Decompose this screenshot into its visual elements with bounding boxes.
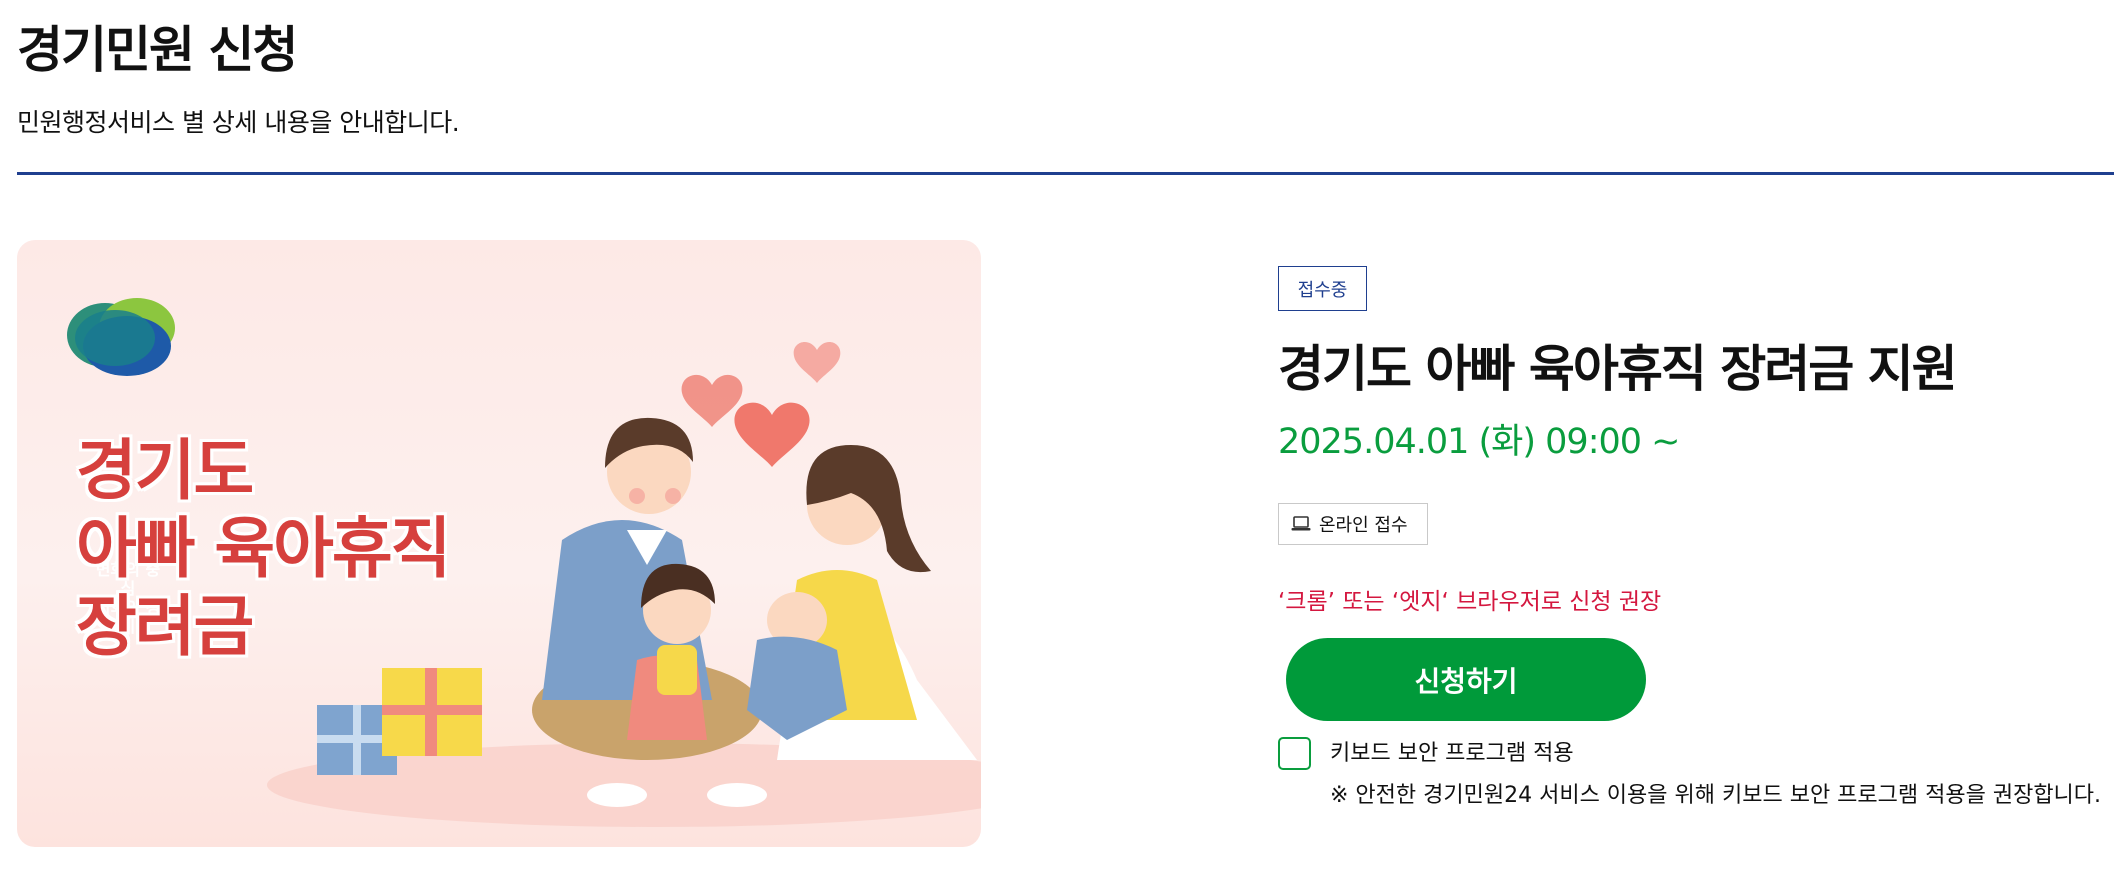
status-badge: 접수중 xyxy=(1278,266,1367,311)
laptop-icon xyxy=(1291,516,1311,531)
page-title: 경기민원 신청 xyxy=(17,21,298,79)
title-divider xyxy=(17,172,2114,175)
banner-headline-line-3: 장려금 xyxy=(76,588,254,665)
page-description: 민원행정서비스 별 상세 내용을 안내합니다. xyxy=(17,108,460,137)
service-period: 2025.04.01 (화) 09:00 ~ xyxy=(1278,422,1680,462)
keyboard-security-checkbox[interactable] xyxy=(1278,737,1311,770)
apply-button[interactable]: 신청하기 xyxy=(1286,638,1646,721)
banner-headline: 경기도 아빠 육아휴직 장려금 xyxy=(76,432,451,666)
service-title: 경기도 아빠 육아휴직 장려금 지원 xyxy=(1278,340,1958,398)
channel-label: 온라인 접수 xyxy=(1319,515,1408,536)
gyeonggi-logo xyxy=(67,298,175,376)
keyboard-security-label[interactable]: 키보드 보안 프로그램 적용 xyxy=(1330,738,1574,769)
banner-headline-line-2: 아빠 육아휴직 xyxy=(76,510,451,587)
browser-recommendation: ‘크롬’ 또는 ‘엣지‘ 브라우저로 신청 권장 xyxy=(1278,589,1662,615)
service-detail-page: 경기민원 신청 민원행정서비스 별 상세 내용을 안내합니다. 변화의 중심 기… xyxy=(0,0,2114,877)
channel-chip: 온라인 접수 xyxy=(1278,503,1428,545)
banner-headline-line-1: 경기도 xyxy=(76,432,254,509)
keyboard-security-notice: ※ 안전한 경기민원24 서비스 이용을 위해 키보드 보안 프로그램 적용을 … xyxy=(1330,783,2102,808)
